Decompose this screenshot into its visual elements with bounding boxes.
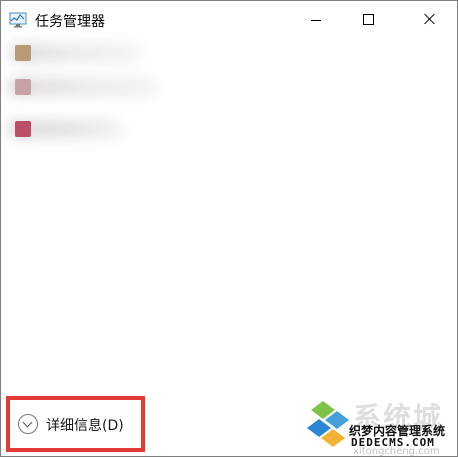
process-icon (15, 121, 31, 137)
maximize-icon (363, 14, 374, 25)
process-row[interactable] (5, 115, 225, 145)
title-bar[interactable]: 任务管理器 (1, 1, 457, 39)
close-icon (421, 10, 439, 28)
maximize-button[interactable] (345, 1, 391, 39)
footer-bar: 详细信息(D) (1, 396, 457, 456)
window-title: 任务管理器 (35, 14, 105, 30)
details-label: 详细信息(D) (46, 418, 124, 434)
chevron-down-circle-icon (18, 414, 38, 434)
close-button[interactable] (405, 1, 451, 39)
process-row[interactable] (5, 73, 225, 103)
minimize-icon (311, 20, 321, 21)
process-list (1, 39, 457, 379)
process-row[interactable] (5, 39, 225, 69)
minimize-button[interactable] (293, 1, 339, 39)
task-manager-window: 任务管理器 详细信息(D) (0, 0, 458, 457)
process-icon (15, 79, 31, 95)
details-toggle-button[interactable]: 详细信息(D) (6, 396, 145, 452)
task-manager-app-icon (9, 11, 27, 29)
process-icon (15, 45, 31, 61)
